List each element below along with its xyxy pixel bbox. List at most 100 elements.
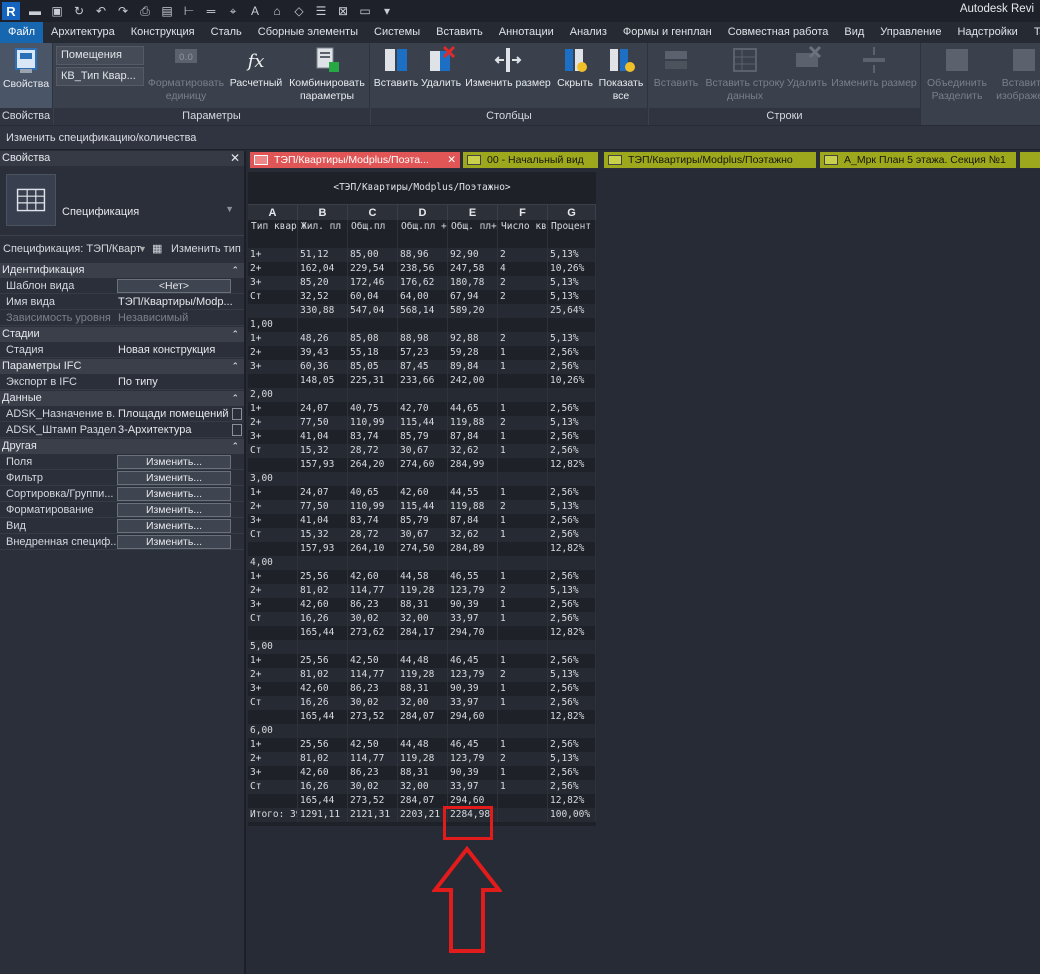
- table-cell[interactable]: [348, 318, 398, 332]
- table-row[interactable]: 2+ 81,02 114,77 119,28 123,79 2 5,13%: [248, 752, 596, 766]
- table-cell[interactable]: 2+: [248, 752, 298, 766]
- table-cell[interactable]: 41,04: [298, 514, 348, 528]
- table-cell[interactable]: [298, 234, 348, 248]
- table-cell[interactable]: 86,23: [348, 766, 398, 780]
- table-cell[interactable]: 60,04: [348, 290, 398, 304]
- column-letter[interactable]: D: [398, 205, 448, 220]
- table-cell[interactable]: 2,56%: [548, 402, 596, 416]
- table-cell[interactable]: [398, 724, 448, 738]
- section-stages[interactable]: Стадии ⌃: [0, 327, 244, 342]
- table-cell[interactable]: 25,56: [298, 738, 348, 752]
- table-cell[interactable]: [348, 234, 398, 248]
- table-row[interactable]: 330,88 547,04 568,14 589,20 25,64%: [248, 304, 596, 318]
- table-cell[interactable]: 2,56%: [548, 738, 596, 752]
- table-cell[interactable]: 114,77: [348, 752, 398, 766]
- table-cell[interactable]: Ст: [248, 696, 298, 710]
- table-cell[interactable]: 85,05: [348, 360, 398, 374]
- table-cell[interactable]: 88,31: [398, 682, 448, 696]
- table-cell[interactable]: 24,07: [298, 486, 348, 500]
- table-cell[interactable]: 32,00: [398, 696, 448, 710]
- table-cell[interactable]: 2,56%: [548, 430, 596, 444]
- table-cell[interactable]: 44,48: [398, 654, 448, 668]
- table-cell[interactable]: 2,56%: [548, 766, 596, 780]
- table-cell[interactable]: 1: [498, 528, 548, 542]
- table-cell[interactable]: 16,26: [298, 612, 348, 626]
- table-cell[interactable]: 123,79: [448, 752, 498, 766]
- home-icon[interactable]: ⌂: [268, 3, 286, 19]
- text-icon[interactable]: A: [246, 3, 264, 19]
- adsk-stamp-field[interactable]: 3-Архитектура: [118, 422, 230, 438]
- table-cell[interactable]: [398, 388, 448, 402]
- type-selector[interactable]: Спецификация ▼: [0, 166, 244, 236]
- table-cell[interactable]: 42,60: [348, 570, 398, 584]
- table-cell[interactable]: [298, 472, 348, 486]
- table-cell[interactable]: 2,00: [248, 388, 298, 402]
- table-cell[interactable]: 44,55: [448, 486, 498, 500]
- table-cell[interactable]: 3+: [248, 276, 298, 290]
- row-resize-button[interactable]: Изменить размер: [829, 45, 919, 90]
- table-cell[interactable]: [248, 374, 298, 388]
- table-cell[interactable]: 42,50: [348, 738, 398, 752]
- table-cell[interactable]: 110,99: [348, 416, 398, 430]
- table-cell[interactable]: 180,78: [448, 276, 498, 290]
- table-cell[interactable]: [548, 640, 596, 654]
- table-cell[interactable]: 238,56: [398, 262, 448, 276]
- table-cell[interactable]: 284,17: [398, 626, 448, 640]
- table-cell[interactable]: 2: [498, 500, 548, 514]
- table-cell[interactable]: 148,05: [298, 374, 348, 388]
- tab-floor-plan[interactable]: А_Мрк План 5 этажа. Секция №1: [820, 152, 1016, 168]
- table-cell[interactable]: 12,82%: [548, 626, 596, 640]
- table-cell[interactable]: 284,99: [448, 458, 498, 472]
- table-cell[interactable]: 42,50: [348, 654, 398, 668]
- menu-structure[interactable]: Конструкция: [123, 22, 203, 43]
- table-cell[interactable]: 92,88: [448, 332, 498, 346]
- table-cell[interactable]: 1,00: [248, 318, 298, 332]
- table-cell[interactable]: 16,26: [298, 780, 348, 794]
- column-letter[interactable]: C: [348, 205, 398, 220]
- table-cell[interactable]: [398, 234, 448, 248]
- menu-precast[interactable]: Сборные элементы: [250, 22, 366, 43]
- sort-edit-button[interactable]: Изменить...: [117, 487, 231, 501]
- table-cell[interactable]: 2,56%: [548, 444, 596, 458]
- table-cell[interactable]: [548, 724, 596, 738]
- table-cell[interactable]: [498, 374, 548, 388]
- table-cell[interactable]: 90,39: [448, 682, 498, 696]
- table-cell[interactable]: 2,56%: [548, 682, 596, 696]
- table-cell[interactable]: 2: [498, 668, 548, 682]
- table-cell[interactable]: Ст: [248, 444, 298, 458]
- column-letter[interactable]: G: [548, 205, 596, 220]
- tab-schedule-2[interactable]: ТЭП/Квартиры/Modplus/Поэтажно: [604, 152, 816, 168]
- table-row[interactable]: Ст 15,32 28,72 30,67 32,62 1 2,56%: [248, 528, 596, 542]
- windows-icon[interactable]: ▭: [356, 3, 374, 19]
- table-row[interactable]: Ст 16,26 30,02 32,00 33,97 1 2,56%: [248, 612, 596, 626]
- table-cell[interactable]: 2+: [248, 346, 298, 360]
- table-cell[interactable]: Ст: [248, 528, 298, 542]
- table-cell[interactable]: 42,60: [298, 598, 348, 612]
- table-cell[interactable]: [498, 794, 548, 808]
- table-cell[interactable]: 1: [498, 696, 548, 710]
- table-cell[interactable]: [398, 472, 448, 486]
- table-cell[interactable]: 5,13%: [548, 668, 596, 682]
- table-cell[interactable]: 16,26: [298, 696, 348, 710]
- table-cell[interactable]: 589,20: [448, 304, 498, 318]
- table-cell[interactable]: 1: [498, 402, 548, 416]
- table-cell[interactable]: 1+: [248, 654, 298, 668]
- table-cell[interactable]: 15,32: [298, 444, 348, 458]
- table-cell[interactable]: [498, 626, 548, 640]
- tab-more[interactable]: [1020, 152, 1040, 168]
- table-cell[interactable]: 273,52: [348, 794, 398, 808]
- table-row[interactable]: 2+ 39,43 55,18 57,23 59,28 1 2,56%: [248, 346, 596, 360]
- table-cell[interactable]: 2,56%: [548, 514, 596, 528]
- row-delete-button[interactable]: Удалить: [785, 45, 829, 90]
- table-cell[interactable]: 12,82%: [548, 794, 596, 808]
- column-header[interactable]: Общ.пл + л: [398, 220, 448, 234]
- table-cell[interactable]: [498, 472, 548, 486]
- table-cell[interactable]: 165,44: [298, 626, 348, 640]
- table-cell[interactable]: 46,45: [448, 738, 498, 752]
- column-header[interactable]: Число ква: [498, 220, 548, 234]
- table-cell[interactable]: 5,13%: [548, 248, 596, 262]
- table-cell[interactable]: 3+: [248, 682, 298, 696]
- table-cell[interactable]: 1: [498, 430, 548, 444]
- table-row[interactable]: 3,00: [248, 472, 596, 486]
- table-cell[interactable]: 90,39: [448, 766, 498, 780]
